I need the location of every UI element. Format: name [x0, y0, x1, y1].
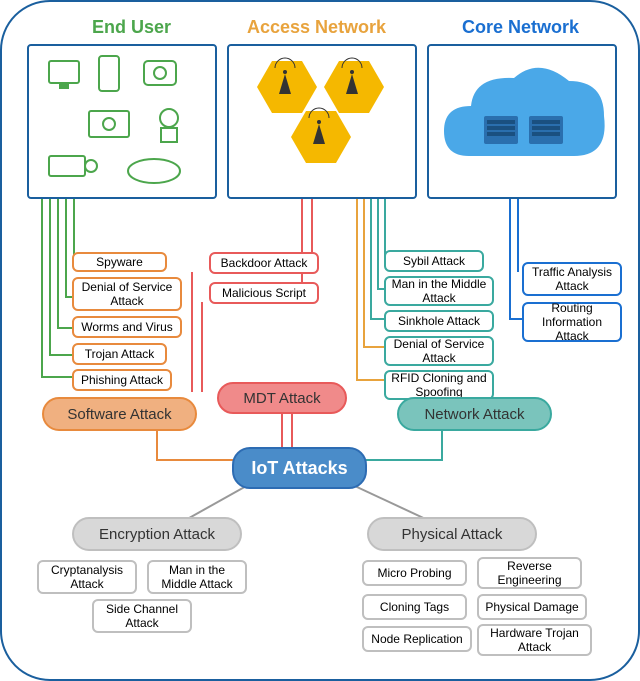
title-end-user: End User [92, 17, 171, 38]
cat-software: Software Attack [42, 397, 197, 431]
attack-routing: Routing Information Attack [522, 302, 622, 342]
attack-backdoor: Backdoor Attack [209, 252, 319, 274]
cat-physical: Physical Attack [367, 517, 537, 551]
central-iot-attacks: IoT Attacks [232, 447, 367, 489]
attack-traffic: Traffic Analysis Attack [522, 262, 622, 296]
attack-noderep: Node Replication [362, 626, 472, 652]
attack-sidechan: Side Channel Attack [92, 599, 192, 633]
attack-dos: Denial of Service Attack [72, 277, 182, 311]
attack-spyware: Spyware [72, 252, 167, 272]
attack-microprobe: Micro Probing [362, 560, 467, 586]
attack-worms: Worms and Virus [72, 316, 182, 338]
attack-mitm: Man in the Middle Attack [384, 276, 494, 306]
attack-hwtrojan: Hardware Trojan Attack [477, 624, 592, 656]
attack-mitm2: Man in the Middle Attack [147, 560, 247, 594]
title-access-network: Access Network [247, 17, 386, 38]
antenna-icon [229, 46, 419, 201]
attack-sinkhole: Sinkhole Attack [384, 310, 494, 332]
cloud-icon [429, 46, 619, 201]
attack-cloning: Cloning Tags [362, 594, 467, 620]
panel-end-user [27, 44, 217, 199]
cat-encryption: Encryption Attack [72, 517, 242, 551]
attack-phishing: Phishing Attack [72, 369, 172, 391]
panel-core-network [427, 44, 617, 199]
title-core-network: Core Network [462, 17, 579, 38]
cat-network: Network Attack [397, 397, 552, 431]
attack-trojan: Trojan Attack [72, 343, 167, 365]
attack-crypt: Cryptanalysis Attack [37, 560, 137, 594]
attack-rfid: RFID Cloning and Spoofing [384, 370, 494, 400]
attack-dos2: Denial of Service Attack [384, 336, 494, 366]
diagram-canvas: End User Access Network Core Network Spy… [0, 0, 640, 681]
panel-access-network [227, 44, 417, 199]
cat-mdt: MDT Attack [217, 382, 347, 414]
attack-malscript: Malicious Script [209, 282, 319, 304]
attack-sybil: Sybil Attack [384, 250, 484, 272]
attack-physdmg: Physical Damage [477, 594, 587, 620]
end-user-devices-icon [29, 46, 219, 201]
attack-reverse: Reverse Engineering [477, 557, 582, 589]
